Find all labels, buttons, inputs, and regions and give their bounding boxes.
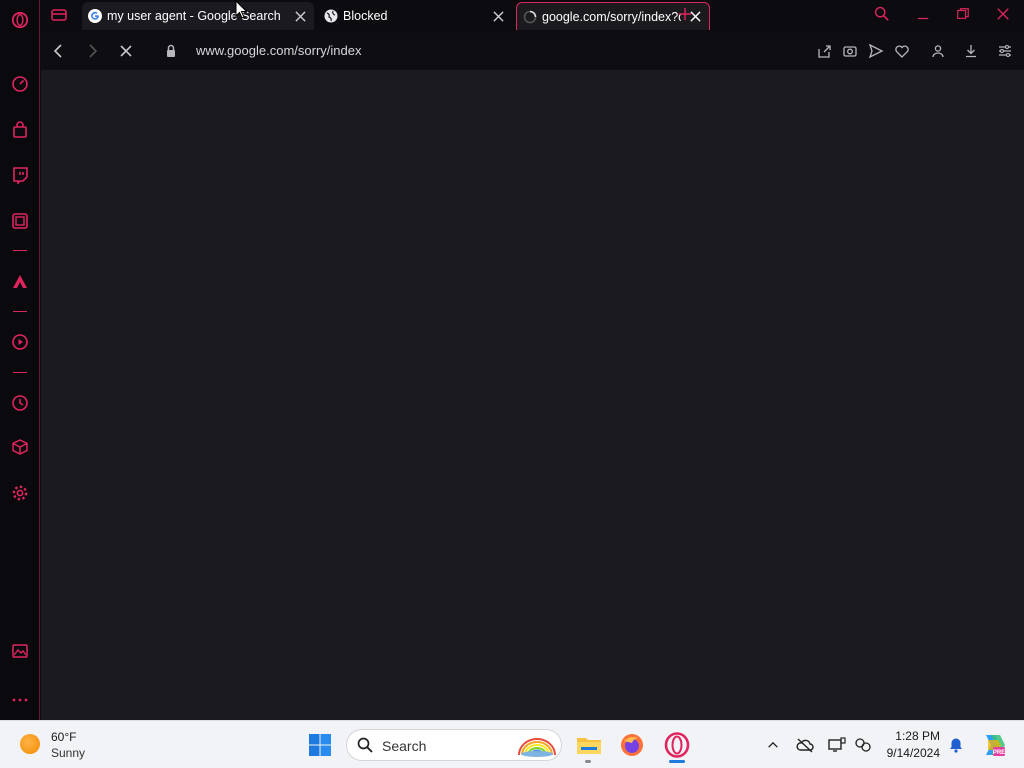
onedrive-offline-icon[interactable] (794, 734, 816, 756)
svg-text:PRE: PRE (993, 750, 1005, 756)
gallery-icon[interactable] (10, 641, 30, 661)
tab-menu-icon[interactable] (50, 7, 68, 23)
network-display-icon[interactable] (826, 734, 848, 756)
google-icon (88, 9, 102, 23)
stop-loading-button[interactable] (116, 41, 136, 61)
opera-logo-icon[interactable] (10, 10, 30, 30)
news-icon[interactable] (10, 211, 30, 231)
player-icon[interactable] (10, 332, 30, 352)
close-tab-icon[interactable] (490, 8, 506, 24)
twitch-icon[interactable] (10, 165, 30, 185)
volume-sync-icon[interactable] (852, 734, 874, 756)
lock-icon[interactable] (161, 41, 181, 61)
shop-icon[interactable] (10, 120, 30, 140)
search-tabs-icon[interactable] (874, 6, 892, 24)
easy-setup-icon[interactable] (995, 41, 1015, 61)
page-content-area[interactable] (41, 70, 1024, 720)
download-icon[interactable] (961, 41, 981, 61)
speed-dial-icon[interactable] (10, 74, 30, 94)
notification-bell-icon[interactable] (945, 734, 967, 756)
windows-taskbar: 60°F Sunny Search 1:28 PM 9/14/2024 PRE (0, 720, 1024, 768)
search-icon (357, 737, 373, 753)
history-icon[interactable] (10, 393, 30, 413)
minimize-window-icon[interactable] (916, 8, 932, 24)
sidebar-divider (13, 372, 27, 373)
sunny-weather-icon[interactable] (20, 734, 40, 754)
restore-window-icon[interactable] (956, 7, 972, 23)
search-placeholder: Search (382, 738, 427, 754)
sidebar-divider (13, 311, 27, 312)
tab-bar: my user agent - Google Search Blocked go… (40, 0, 1024, 31)
extensions-icon[interactable] (10, 437, 30, 457)
clock-date[interactable]: 9/14/2024 (880, 746, 940, 760)
globe-icon (324, 9, 338, 23)
tab-title: Blocked (343, 9, 388, 23)
weather-temperature[interactable]: 60°F (51, 730, 76, 744)
snapshot-camera-icon[interactable] (840, 41, 860, 61)
tab-title: my user agent - Google Search (107, 9, 281, 23)
url-text[interactable]: www.google.com/sorry/index (196, 43, 361, 58)
browser-sidebar (0, 0, 40, 720)
file-explorer-icon[interactable] (576, 733, 602, 757)
loading-spinner-icon (523, 10, 537, 24)
firefox-icon[interactable] (620, 733, 644, 757)
mouse-cursor-icon (235, 0, 249, 20)
more-icon[interactable] (10, 690, 30, 710)
tab-google-search[interactable]: my user agent - Google Search (82, 2, 314, 30)
opera-gx-taskbar-icon[interactable] (664, 732, 690, 758)
share-icon[interactable] (814, 41, 834, 61)
send-icon[interactable] (866, 41, 886, 61)
close-window-icon[interactable] (996, 7, 1012, 23)
address-toolbar: www.google.com/sorry/index (41, 31, 1024, 70)
taskbar-search-box[interactable]: Search (346, 729, 562, 761)
profile-icon[interactable] (928, 41, 948, 61)
settings-icon[interactable] (10, 483, 30, 503)
clock-time[interactable]: 1:28 PM (886, 729, 940, 743)
forward-button[interactable] (82, 41, 102, 61)
weather-description[interactable]: Sunny (51, 746, 85, 760)
sidebar-divider (13, 250, 27, 251)
running-app-indicator (585, 760, 591, 763)
active-app-indicator (669, 760, 685, 763)
show-hidden-icons-chevron-up-icon[interactable] (762, 734, 784, 756)
back-button[interactable] (49, 41, 69, 61)
copilot-icon[interactable]: PRE (980, 732, 1006, 758)
bookmark-heart-icon[interactable] (892, 41, 912, 61)
search-highlight-rainbow-icon (515, 733, 559, 757)
close-tab-icon[interactable] (292, 8, 308, 24)
new-tab-icon[interactable] (678, 7, 694, 23)
aria-icon[interactable] (10, 272, 30, 292)
tab-blocked[interactable]: Blocked (318, 2, 512, 30)
tab-title: google.com/sorry/index?continue (542, 9, 681, 24)
windows-start-icon[interactable] (308, 733, 332, 757)
